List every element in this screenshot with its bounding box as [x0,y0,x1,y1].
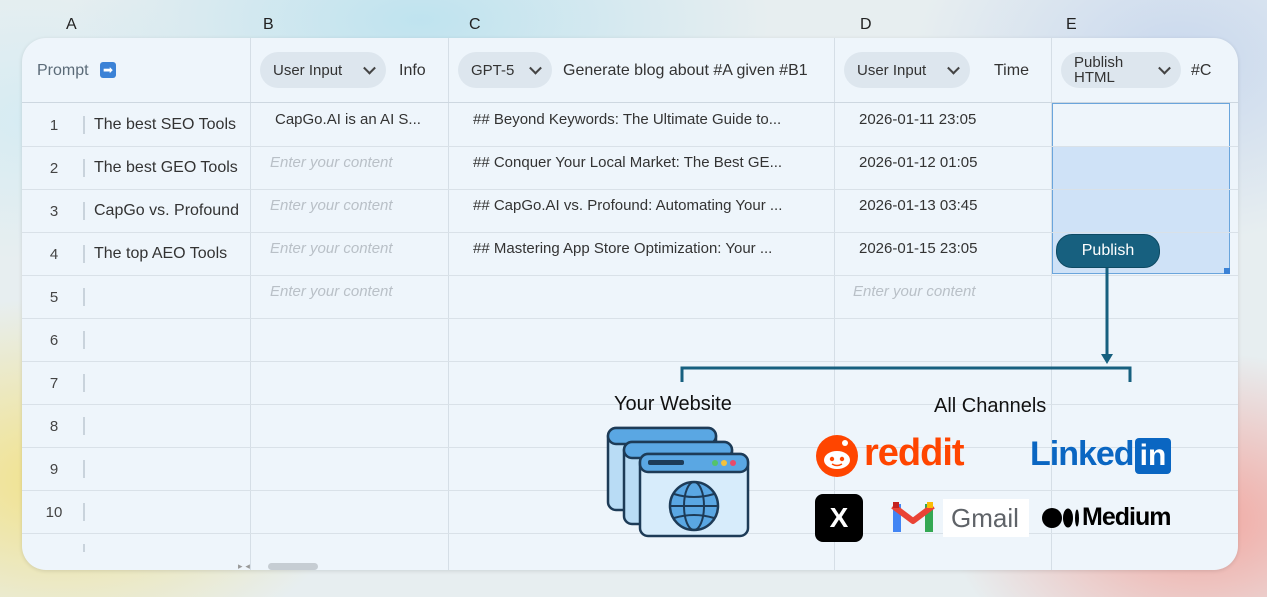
medium-logo-text: Medium [1082,503,1171,531]
website-browser-icon [606,426,750,538]
x-icon: X [815,494,863,542]
column-letter-a: A [66,16,77,33]
linkedin-logo-text: Linked [1030,435,1135,473]
column-letter-c: C [469,16,481,33]
your-website-label: Your Website [614,393,732,415]
linkedin-in-icon: in [1135,438,1171,474]
medium-icon [1042,508,1079,528]
scroll-left-icon[interactable]: ▸ ◂ [238,562,250,570]
column-letter-d: D [860,16,872,33]
reddit-icon [816,435,858,477]
gmail-logo-text: Gmail [943,499,1029,537]
column-letter-b: B [263,16,274,33]
reddit-logo-text: reddit [864,432,965,474]
all-channels-label: All Channels [934,395,1047,417]
gmail-icon [891,502,935,532]
horizontal-scrollbar-thumb[interactable] [268,563,318,570]
column-letter-e: E [1066,16,1077,33]
spreadsheet-card: Prompt ➡ User Input Info GPT-5 Generate … [22,38,1238,570]
